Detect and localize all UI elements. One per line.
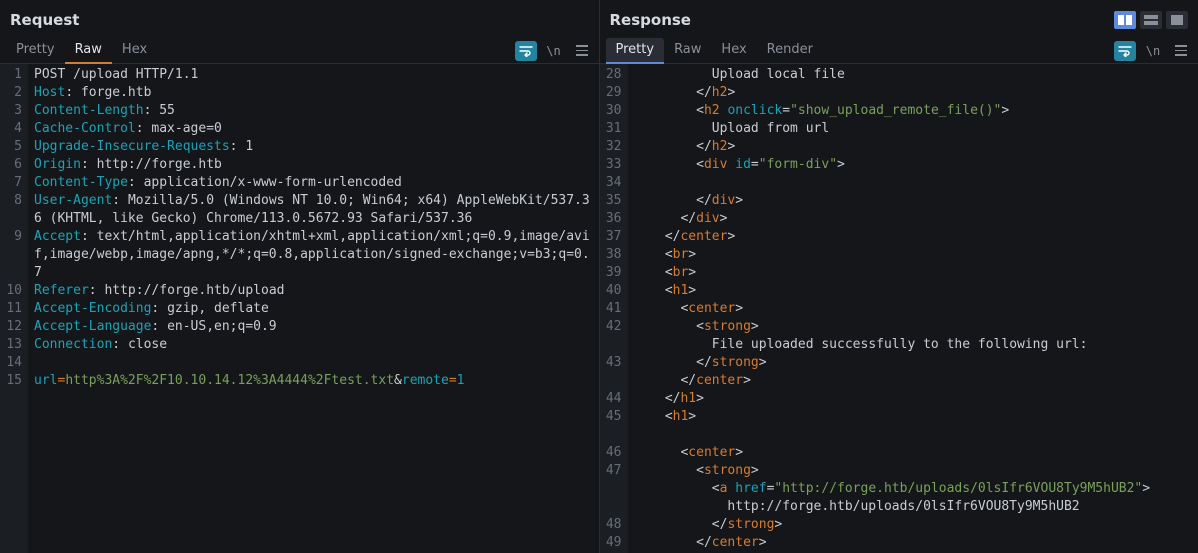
layout-stacked-button[interactable] xyxy=(1140,11,1162,29)
response-panel: Response PrettyRawHexRender \n xyxy=(600,0,1198,553)
request-code[interactable]: POST /upload HTTP/1.1Host: forge.htbCont… xyxy=(28,64,599,553)
response-tab-tools: \n xyxy=(1114,41,1192,61)
hamburger-icon xyxy=(576,45,588,56)
hamburger-icon xyxy=(1175,45,1187,56)
response-header: Response xyxy=(600,0,1198,38)
tab-pretty[interactable]: Pretty xyxy=(606,38,665,64)
response-title: Response xyxy=(610,11,691,29)
newline-toggle-button[interactable]: \n xyxy=(543,41,565,61)
tab-raw[interactable]: Raw xyxy=(664,38,711,64)
newline-icon: \n xyxy=(1146,44,1160,58)
tab-pretty[interactable]: Pretty xyxy=(6,38,65,64)
request-tabs: PrettyRawHex \n xyxy=(0,38,599,64)
response-editor[interactable]: 2829303132333435363738394041424344454647… xyxy=(600,64,1198,553)
response-gutter: 2829303132333435363738394041424344454647… xyxy=(600,64,628,553)
request-title: Request xyxy=(10,11,79,29)
response-code[interactable]: Upload local file </h2> <h2 onclick="sho… xyxy=(628,64,1198,553)
tab-render[interactable]: Render xyxy=(757,38,823,64)
response-menu-button[interactable] xyxy=(1170,41,1192,61)
wrap-icon xyxy=(519,45,533,57)
layout-stacked-icon xyxy=(1144,15,1158,25)
request-gutter: 123456789101112131415 xyxy=(0,64,28,553)
tab-raw[interactable]: Raw xyxy=(65,38,112,64)
layout-buttons xyxy=(1114,11,1188,29)
response-tabs: PrettyRawHexRender \n xyxy=(600,38,1198,64)
tab-hex[interactable]: Hex xyxy=(711,38,756,64)
layout-single-icon xyxy=(1171,15,1183,25)
app: Request PrettyRawHex \n 1234567891011121… xyxy=(0,0,1198,553)
request-header: Request xyxy=(0,0,599,38)
newline-toggle-button[interactable]: \n xyxy=(1142,41,1164,61)
layout-single-button[interactable] xyxy=(1166,11,1188,29)
wrap-toggle-button[interactable] xyxy=(1114,41,1136,61)
layout-split-button[interactable] xyxy=(1114,11,1136,29)
request-editor[interactable]: 123456789101112131415 POST /upload HTTP/… xyxy=(0,64,599,553)
wrap-icon xyxy=(1118,45,1132,57)
request-panel: Request PrettyRawHex \n 1234567891011121… xyxy=(0,0,600,553)
newline-icon: \n xyxy=(546,44,560,58)
request-menu-button[interactable] xyxy=(571,41,593,61)
layout-split-icon xyxy=(1118,15,1132,25)
request-tab-tools: \n xyxy=(515,41,593,61)
wrap-toggle-button[interactable] xyxy=(515,41,537,61)
tab-hex[interactable]: Hex xyxy=(112,38,157,64)
